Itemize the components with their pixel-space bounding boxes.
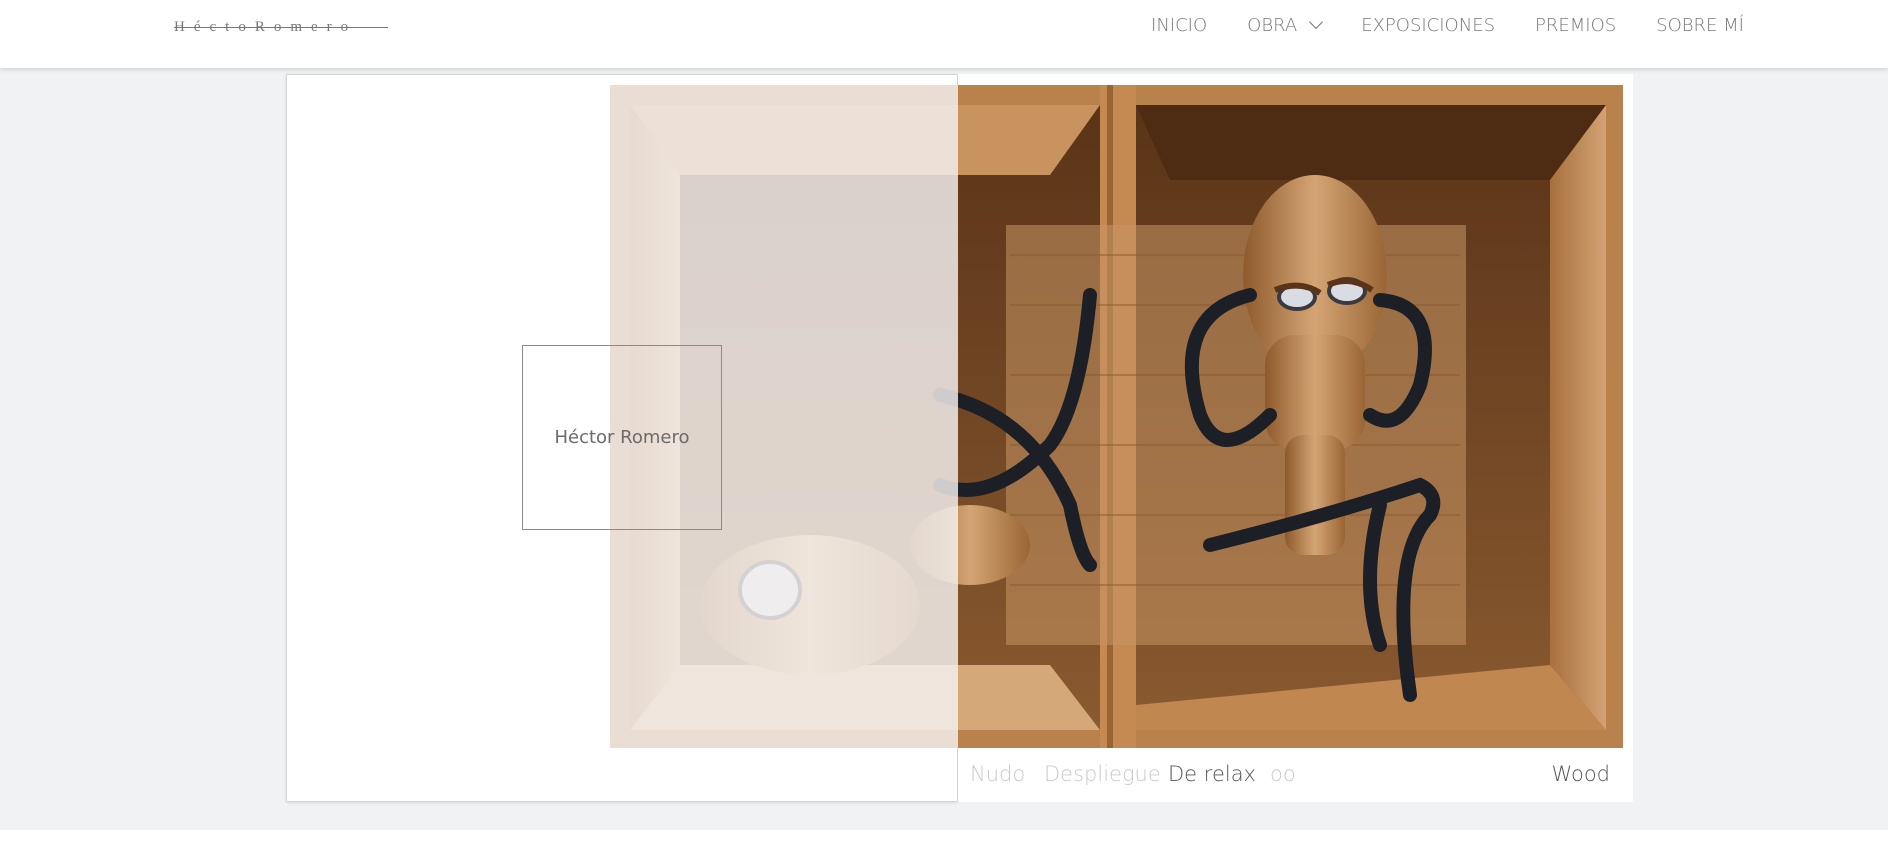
artist-name-box[interactable]: Héctor Romero bbox=[522, 345, 722, 530]
nav-premios[interactable]: PREMIOS bbox=[1535, 15, 1616, 36]
nav-sobre-mi[interactable]: SOBRE MÍ bbox=[1656, 15, 1744, 36]
nav-label: EXPOSICIONES bbox=[1361, 14, 1495, 36]
nav-inicio[interactable]: INICIO bbox=[1151, 15, 1207, 36]
chevron-down-icon bbox=[1309, 14, 1324, 30]
artist-name: Héctor Romero bbox=[554, 427, 690, 448]
caption-de-relax[interactable]: De relax bbox=[1168, 762, 1256, 786]
series-label[interactable]: Wood bbox=[1551, 762, 1610, 786]
caption-oo[interactable]: oo bbox=[1270, 762, 1296, 786]
main-nav: INICIO OBRA EXPOSICIONES PREMIOS SOBRE M… bbox=[1111, 0, 1744, 50]
caption-despliegue[interactable]: Despliegue bbox=[1044, 762, 1161, 786]
nav-label: INICIO bbox=[1151, 14, 1208, 36]
logo-strike-line bbox=[174, 27, 388, 28]
nav-label: SOBRE MÍ bbox=[1656, 14, 1744, 36]
nav-label: PREMIOS bbox=[1535, 14, 1617, 36]
artwork-captions: Nudo Despliegue De relax oo Wood bbox=[970, 762, 1610, 794]
artwork-gallery: Héctor Romero Nudo Despliegue De relax o… bbox=[286, 74, 1633, 802]
caption-nudo[interactable]: Nudo bbox=[970, 762, 1025, 786]
site-header: HéctoRomero INICIO OBRA EXPOSICIONES PRE… bbox=[0, 0, 1888, 68]
site-logo[interactable]: HéctoRomero bbox=[174, 16, 388, 38]
nav-obra[interactable]: OBRA bbox=[1247, 14, 1324, 36]
nav-exposiciones[interactable]: EXPOSICIONES bbox=[1361, 15, 1495, 36]
nav-label: OBRA bbox=[1247, 14, 1298, 36]
